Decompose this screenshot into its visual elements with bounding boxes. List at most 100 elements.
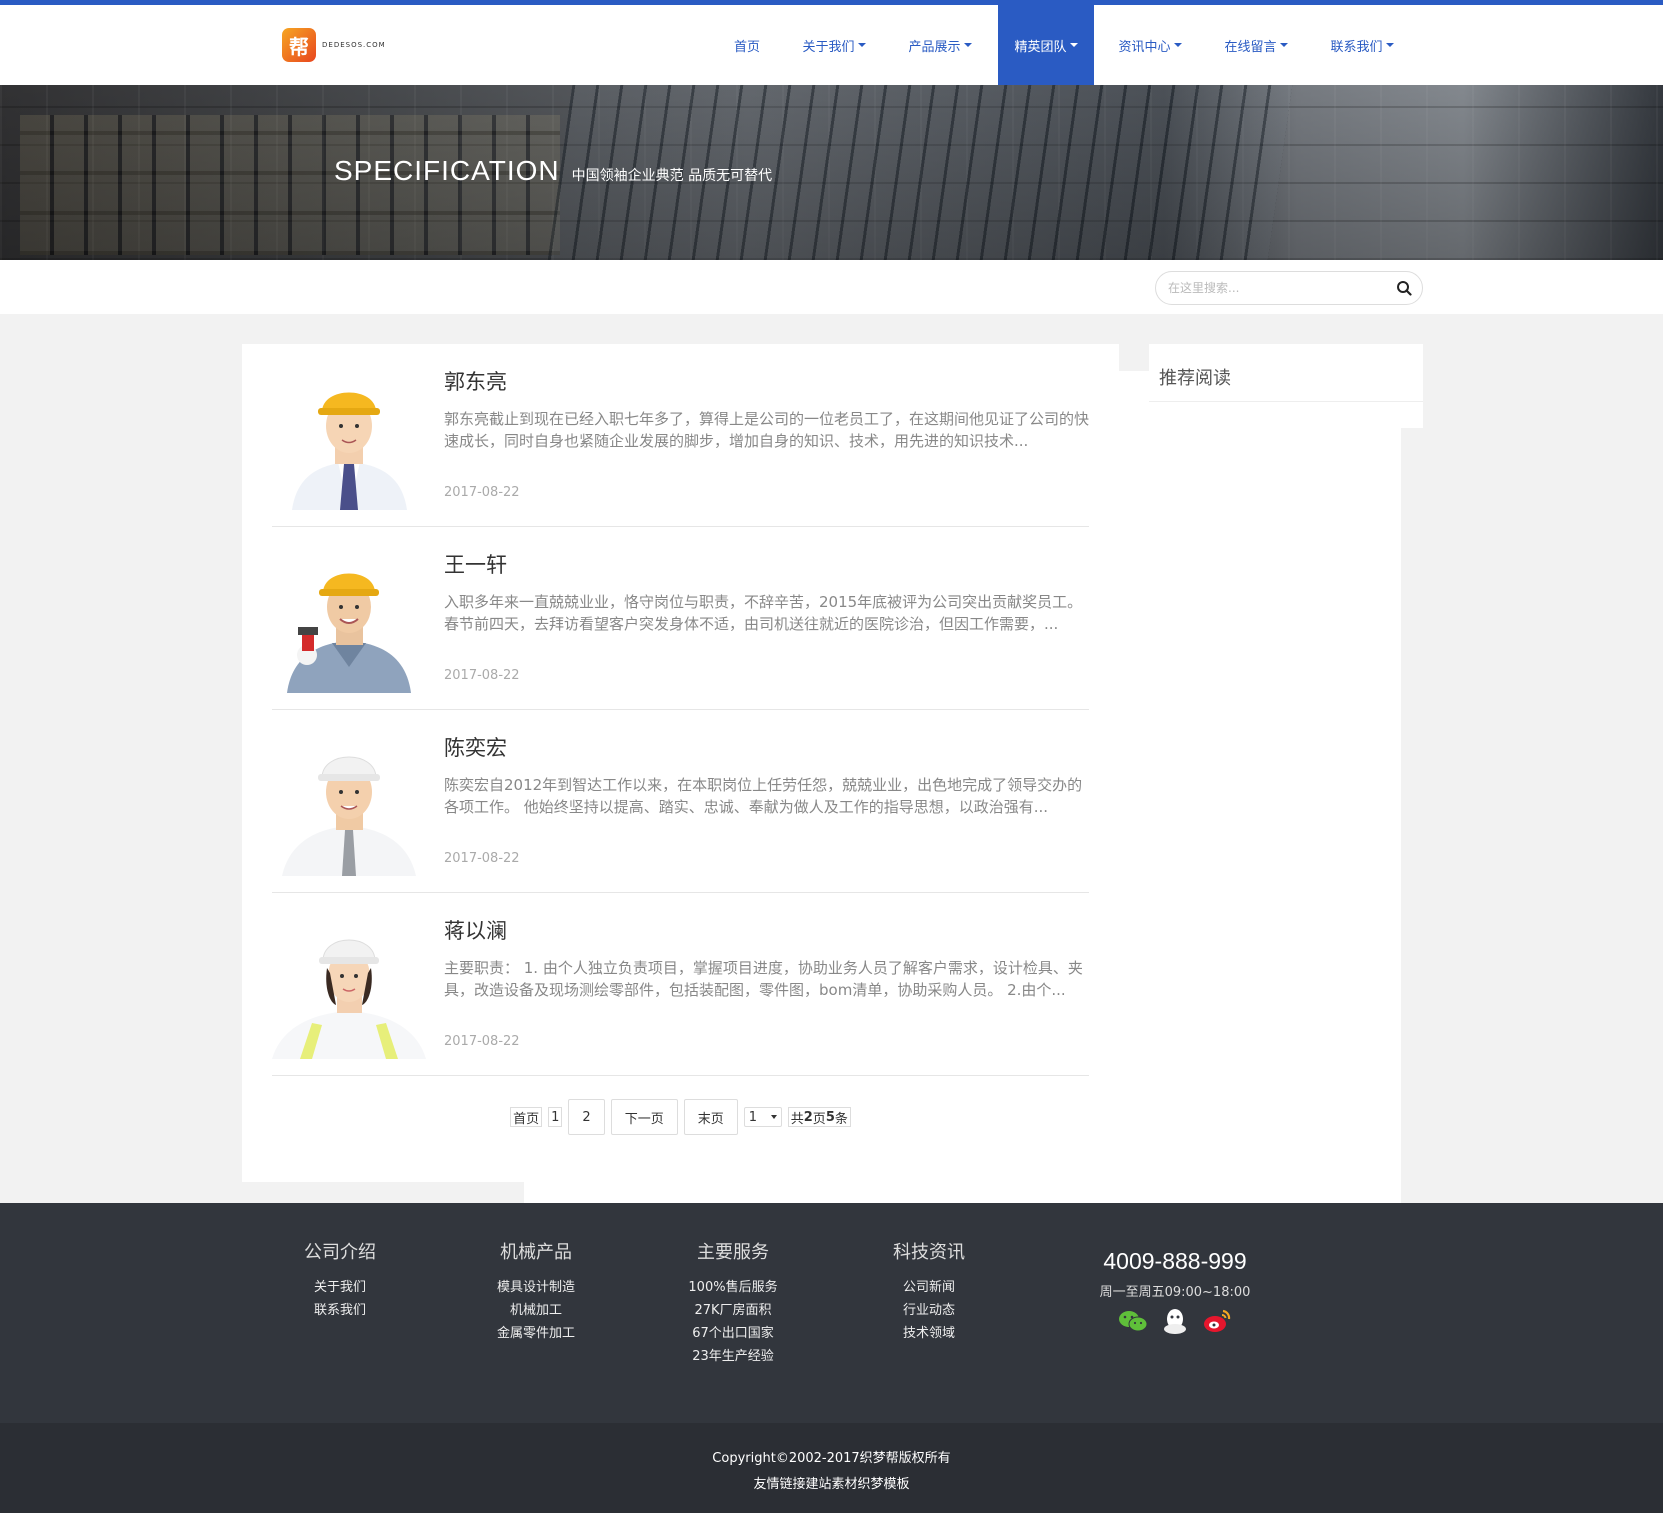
- footer-link[interactable]: 行业动态: [849, 1299, 1009, 1322]
- footer-link[interactable]: 关于我们: [260, 1276, 420, 1299]
- social-links: [1095, 1308, 1255, 1334]
- worker-photo-image: [272, 913, 427, 1059]
- pager-select[interactable]: 1: [743, 1107, 782, 1127]
- worker-photo-image: [272, 364, 427, 510]
- nav-label: 联系我们: [1330, 39, 1383, 55]
- nav-label: 资讯中心: [1118, 39, 1171, 55]
- sidebar-title: 推荐阅读: [1159, 368, 1231, 389]
- chevron-down-icon: [770, 1115, 777, 1119]
- search-box: [1155, 271, 1423, 305]
- banner-title-en: SPECIFICATION: [334, 155, 560, 186]
- member-photo[interactable]: [272, 364, 427, 510]
- caret-down-icon: [1279, 43, 1288, 47]
- list-item[interactable]: 王一轩 入职多年来一直兢兢业业，恪守岗位与职责，不辞辛苦，2015年底被评为公司…: [272, 527, 1089, 710]
- list-item[interactable]: 郭东亮 郭东亮截止到现在已经入职七年多了，算得上是公司的一位老员工了，在这期间他…: [272, 344, 1089, 527]
- footer-link[interactable]: 27K厂房面积: [653, 1299, 813, 1322]
- member-summary: 入职多年来一直兢兢业业，恪守岗位与职责，不辞辛苦，2015年底被评为公司突出贡献…: [444, 593, 1083, 633]
- search-icon[interactable]: [1396, 280, 1412, 296]
- pager-next[interactable]: 下一页: [610, 1099, 678, 1135]
- banner-title-cn: 中国领袖企业典范 品质无可替代: [571, 168, 773, 184]
- nav-item-team[interactable]: 精英团队: [998, 5, 1094, 85]
- caret-down-icon: [1385, 43, 1394, 47]
- copyright-text: Copyright©2002-2017织梦帮版权所有: [712, 1451, 951, 1466]
- footer-link[interactable]: 机械加工: [456, 1299, 616, 1322]
- member-photo[interactable]: [272, 913, 427, 1059]
- contact-hours: 周一至周五09:00~18:00: [1099, 1285, 1251, 1300]
- worker-photo-image: [272, 547, 427, 693]
- search-input[interactable]: [1168, 272, 1388, 304]
- worker-photo-image: [272, 730, 427, 876]
- footer-link[interactable]: 67个出口国家: [653, 1322, 813, 1345]
- member-name[interactable]: 王一轩: [444, 549, 507, 579]
- page-banner: SPECIFICATION 中国领袖企业典范 品质无可替代: [0, 85, 1663, 260]
- member-summary: 陈奕宏自2012年到智达工作以来，在本职岗位上任劳任怨，兢兢业业，出色地完成了领…: [444, 776, 1083, 816]
- member-summary: 主要职责： 1. 由个人独立负责项目，掌握项目进度，协助业务人员了解客户需求，设…: [444, 959, 1083, 999]
- footer-column-services: 主要服务 100%售后服务 27K厂房面积 67个出口国家 23年生产经验: [653, 1238, 813, 1368]
- nav-label: 产品展示: [908, 39, 961, 55]
- nav-label: 关于我们: [802, 39, 855, 55]
- site-header: 帮 织梦帮 DEDESOS.COM 首页 关于我们 产品展示 精英团队 资讯中心…: [0, 5, 1663, 1209]
- post-date: 2017-08-22: [444, 485, 520, 500]
- nav-item-products[interactable]: 产品展示: [896, 5, 984, 85]
- post-date: 2017-08-22: [444, 851, 520, 866]
- post-date: 2017-08-22: [444, 1034, 520, 1049]
- footer-column-title: 公司介绍: [304, 1242, 376, 1263]
- pager-first[interactable]: 首页: [510, 1107, 543, 1127]
- footer-link[interactable]: 公司新闻: [849, 1276, 1009, 1299]
- member-summary: 郭东亮截止到现在已经入职七年多了，算得上是公司的一位老员工了，在这期间他见证了公…: [444, 410, 1090, 450]
- site-footer: 公司介绍 关于我们 联系我们 机械产品 模具设计制造 机械加工 金属零件加工 主…: [0, 1203, 1663, 1423]
- pager-total-pages: 2: [803, 1109, 813, 1125]
- footer-link[interactable]: 100%售后服务: [653, 1276, 813, 1299]
- nav-label: 在线留言: [1224, 39, 1277, 55]
- pager-total-prefix: 共: [790, 1111, 804, 1127]
- member-photo[interactable]: [272, 547, 427, 693]
- pager-last[interactable]: 末页: [683, 1099, 738, 1135]
- caret-down-icon: [857, 43, 866, 47]
- nav-item-news[interactable]: 资讯中心: [1106, 5, 1194, 85]
- friend-links[interactable]: 友情链接建站素材织梦模板: [0, 1473, 1663, 1492]
- wechat-icon[interactable]: [1118, 1308, 1148, 1334]
- nav-item-contact[interactable]: 联系我们: [1318, 5, 1406, 85]
- footer-link[interactable]: 技术领域: [849, 1322, 1009, 1345]
- nav-item-message[interactable]: 在线留言: [1212, 5, 1300, 85]
- banner-title: SPECIFICATION 中国领袖企业典范 品质无可替代: [334, 155, 772, 187]
- member-name[interactable]: 陈奕宏: [444, 732, 507, 762]
- team-list-panel: 郭东亮 郭东亮截止到现在已经入职七年多了，算得上是公司的一位老员工了，在这期间他…: [242, 344, 1119, 1182]
- footer-link[interactable]: 模具设计制造: [456, 1276, 616, 1299]
- footer-link[interactable]: 联系我们: [260, 1299, 420, 1322]
- footer-column-news: 科技资讯 公司新闻 行业动态 技术领域: [849, 1238, 1009, 1345]
- sidebar-recommend: 推荐阅读: [1149, 344, 1423, 428]
- list-item[interactable]: 陈奕宏 陈奕宏自2012年到智达工作以来，在本职岗位上任劳任怨，兢兢业业，出色地…: [272, 710, 1089, 893]
- caret-down-icon: [1173, 43, 1182, 47]
- nav-item-about[interactable]: 关于我们: [790, 5, 878, 85]
- footer-link[interactable]: 金属零件加工: [456, 1322, 616, 1345]
- member-name[interactable]: 郭东亮: [444, 366, 507, 396]
- member-name[interactable]: 蒋以澜: [444, 915, 507, 945]
- main-nav: 首页 关于我们 产品展示 精英团队 资讯中心 在线留言 联系我们: [0, 5, 1663, 85]
- pagination: 首页 1 2 下一页 末页 1 共2页5条: [242, 1099, 1119, 1135]
- footer-column-company: 公司介绍 关于我们 联系我们: [260, 1238, 420, 1322]
- pager-total-suffix: 条: [834, 1111, 848, 1127]
- member-photo[interactable]: [272, 730, 427, 876]
- footer-column-products: 机械产品 模具设计制造 机械加工 金属零件加工: [456, 1238, 616, 1345]
- footer-column-title: 科技资讯: [893, 1242, 965, 1263]
- contact-phone: 4009-888-999: [1103, 1248, 1247, 1274]
- pager-select-value: 1: [748, 1109, 758, 1125]
- pager-page-2[interactable]: 2: [568, 1099, 605, 1135]
- search-band: [0, 260, 1663, 314]
- footer-link[interactable]: 23年生产经验: [653, 1345, 813, 1368]
- footer-column-title: 机械产品: [500, 1242, 572, 1263]
- weibo-icon[interactable]: [1202, 1308, 1232, 1334]
- divider: [1149, 401, 1423, 402]
- list-item[interactable]: 蒋以澜 主要职责： 1. 由个人独立负责项目，掌握项目进度，协助业务人员了解客户…: [272, 893, 1089, 1076]
- caret-down-icon: [1069, 43, 1078, 47]
- footer-contact: 4009-888-999 周一至周五09:00~18:00: [1095, 1248, 1255, 1334]
- pager-total: 共2页5条: [787, 1107, 851, 1127]
- nav-label: 首页: [733, 39, 760, 55]
- post-date: 2017-08-22: [444, 668, 520, 683]
- nav-item-home[interactable]: 首页: [712, 5, 782, 85]
- qq-icon[interactable]: [1160, 1308, 1190, 1334]
- footer-column-title: 主要服务: [697, 1242, 769, 1263]
- banner-shade: [0, 85, 1663, 260]
- copyright-band: Copyright©2002-2017织梦帮版权所有 友情链接建站素材织梦模板: [0, 1423, 1663, 1513]
